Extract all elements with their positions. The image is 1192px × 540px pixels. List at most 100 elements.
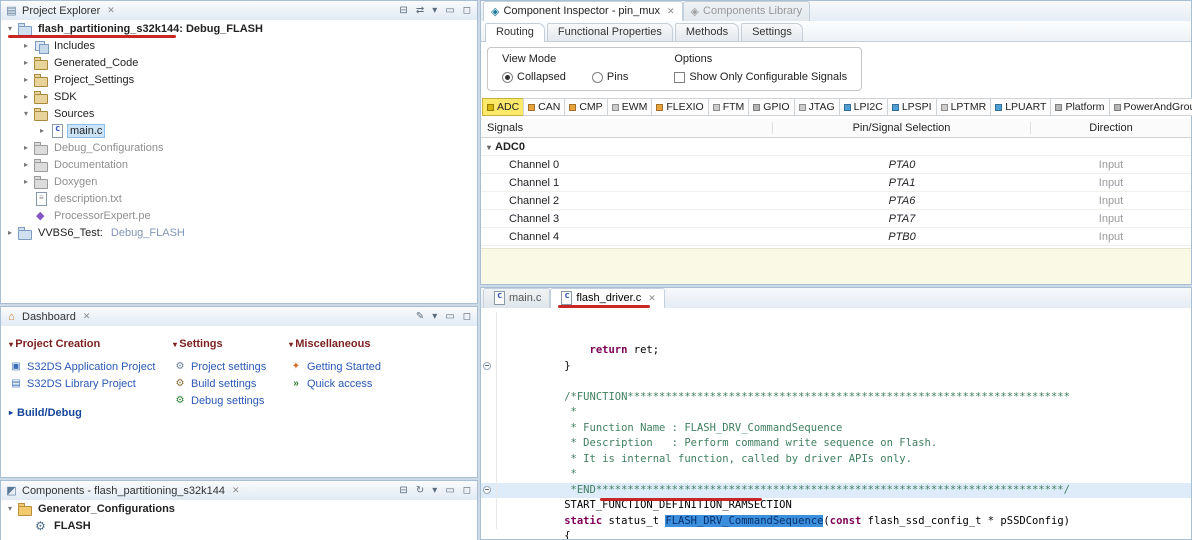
dashboard-link[interactable]: S32DS Application Project [9,358,169,375]
close-icon[interactable] [667,6,675,17]
close-icon[interactable] [83,311,91,322]
expand-arrow-icon[interactable]: ▾ [5,504,15,513]
code-editor[interactable]: return ret; } /*FUNCTION****************… [481,308,1191,539]
cell-pin-selection[interactable]: PTA0 [773,159,1031,171]
inspector-subtab[interactable]: Settings [741,23,803,41]
table-row[interactable]: Channel 2 PTA6 Input [481,192,1191,210]
view-menu-icon[interactable] [430,482,439,499]
expand-arrow-icon[interactable]: ▸ [5,228,15,237]
code-line[interactable]: START_FUNCTION_DEFINITION_RAMSECTION [481,467,1191,511]
code-line[interactable]: /*FUNCTION******************************… [481,358,1191,403]
expand-arrow-icon[interactable]: ▸ [21,160,31,169]
cell-pin-selection[interactable]: PTA6 [773,195,1031,207]
fold-gutter[interactable] [481,358,497,374]
code-line[interactable]: static status_t FLASH_DRV_CommandSequenc… [481,482,1191,527]
dashboard-section-header[interactable]: Project Creation [9,338,169,350]
editor-tab-main-c[interactable]: main.c [483,288,551,308]
code-line[interactable]: *END************************************… [481,451,1191,496]
tree-item[interactable]: ▸ SDK [1,88,477,105]
dashboard-link[interactable]: Debug settings [173,392,285,409]
peripheral-tab[interactable]: CAN [523,98,566,116]
column-header-pin-signal[interactable]: Pin/Signal Selection [773,122,1031,134]
peripheral-tab[interactable]: LPSPI [886,98,937,116]
expand-arrow-icon[interactable]: ▸ [21,75,31,84]
minimize-icon[interactable] [443,308,456,325]
dashboard-link[interactable]: ▸ Build/Debug [9,404,169,421]
fold-gutter[interactable] [481,405,497,421]
code-line[interactable]: return ret; [481,312,1191,356]
dashboard-link[interactable]: Getting Started [289,358,469,375]
maximize-icon[interactable] [461,308,473,325]
fold-gutter[interactable] [481,467,497,483]
fold-gutter[interactable] [481,482,497,498]
collapse-icon[interactable] [487,143,491,152]
tree-item[interactable]: ▸ Generated_Code [1,54,477,71]
fold-gutter[interactable] [481,420,497,436]
code-line[interactable]: * It is internal function, called by dri… [481,420,1191,465]
fold-gutter[interactable] [481,327,497,343]
code-line[interactable]: } [481,327,1191,372]
dashboard-link[interactable]: Quick access [289,375,469,392]
peripheral-tab[interactable]: Platform [1050,98,1110,116]
column-header-direction[interactable]: Direction [1031,122,1191,134]
link-editor-icon[interactable] [414,2,426,19]
tree-item[interactable]: ▸ Doxygen [1,173,477,190]
edit-icon[interactable] [414,308,426,325]
minimize-icon[interactable] [443,482,456,499]
inspector-subtab[interactable]: Functional Properties [546,23,673,41]
table-group-row[interactable]: ADC0 [481,138,1191,156]
cell-pin-selection[interactable]: PTA7 [773,213,1031,225]
maximize-icon[interactable] [461,482,473,499]
peripheral-tab[interactable]: PowerAndGround [1108,98,1192,116]
dashboard-link[interactable]: S32DS Library Project [9,375,169,392]
tab-components-library[interactable]: Components Library [682,1,811,21]
expand-arrow-icon[interactable]: ▸ [21,92,31,101]
radio-pins[interactable]: Pins [591,71,628,83]
peripheral-tab[interactable]: CMP [564,98,608,116]
code-line[interactable]: status_t ret = STATUS_SUCCESS; /* Return… [481,513,1191,529]
radio-collapsed[interactable]: Collapsed [502,71,566,83]
expand-arrow-icon[interactable]: ▾ [21,109,31,118]
table-row[interactable]: Channel 5 PTB1 Input [481,246,1191,248]
code-line[interactable]: * Description : Perform command write se… [481,405,1191,449]
peripheral-tab[interactable]: LPI2C [838,98,888,116]
expand-arrow-icon[interactable]: ▾ [5,24,15,33]
cell-pin-selection[interactable]: PTB0 [773,231,1031,243]
cell-pin-selection[interactable]: PTA1 [773,177,1031,189]
inspector-subtab[interactable]: Methods [674,23,740,41]
peripheral-tab[interactable]: EWM [606,98,653,116]
close-icon[interactable] [232,485,240,496]
checkbox-show-only-configurable[interactable]: Show Only Configurable Signals [674,71,847,83]
fold-gutter[interactable] [481,374,497,390]
fold-gutter[interactable] [481,389,497,405]
close-icon[interactable] [107,5,115,16]
code-line[interactable]: * [481,374,1191,418]
collapse-all-icon[interactable] [397,482,409,499]
view-menu-icon[interactable] [430,2,439,19]
minimize-icon[interactable] [443,2,456,19]
tree-item[interactable]: ▸ Includes [1,37,477,54]
fold-gutter[interactable] [481,312,497,328]
expand-arrow-icon[interactable]: ▸ [21,41,31,50]
tree-item[interactable]: ▸ Documentation [1,156,477,173]
tree-item[interactable]: ▸ VVBS6_Test: Debug_FLASH [1,224,477,241]
dashboard-link[interactable]: Build settings [173,375,285,392]
expand-arrow-icon[interactable]: ▸ [21,58,31,67]
maximize-icon[interactable] [461,2,473,19]
peripheral-tab[interactable]: GPIO [748,98,795,116]
tree-item[interactable]: ProcessorExpert.pe [1,207,477,224]
expand-arrow-icon[interactable]: ▸ [21,143,31,152]
column-header-signals[interactable]: Signals [481,122,773,134]
peripheral-tab[interactable]: FLEXIO [651,98,709,116]
table-row[interactable]: Channel 0 PTA0 Input [481,156,1191,174]
tree-item[interactable]: ▸ Project_Settings [1,71,477,88]
code-line[interactable]: * Function Name : FLASH_DRV_CommandSeque… [481,389,1191,434]
refresh-icon[interactable] [414,482,426,499]
peripheral-tab[interactable]: JTAG [793,98,840,116]
fold-gutter[interactable] [481,498,497,514]
tree-item[interactable]: ▸ main.c [1,122,477,139]
fold-gutter[interactable] [481,436,497,452]
tree-item[interactable]: FLASH [1,517,477,534]
dashboard-section-header[interactable]: Miscellaneous [289,338,469,350]
dashboard-link[interactable]: Project settings [173,358,285,375]
